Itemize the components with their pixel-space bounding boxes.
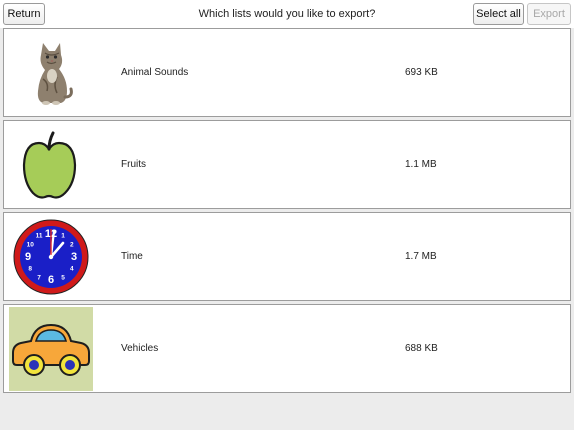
clock-numeral: 10 [27, 242, 35, 249]
clock-numeral: 2 [70, 242, 74, 249]
list-name: Vehicles [121, 343, 159, 354]
page-title: Which lists would you like to export? [198, 8, 376, 20]
clock-numeral: 6 [48, 274, 54, 286]
clock-numeral: 8 [28, 266, 32, 273]
list-name: Time [121, 251, 143, 262]
cat-icon [37, 43, 73, 105]
list-item-time[interactable]: 12 1 2 3 4 5 6 7 8 9 10 11 Time 1.7 MB [3, 212, 571, 301]
list-item-vehicles[interactable]: Vehicles 688 KB [3, 304, 571, 393]
list-size: 1.7 MB [405, 251, 437, 262]
clock-numeral: 9 [25, 251, 31, 263]
list-item-fruits[interactable]: Fruits 1.1 MB [3, 120, 571, 209]
list-size: 693 KB [405, 67, 438, 78]
list-size: 1.1 MB [405, 159, 437, 170]
list-size: 688 KB [405, 343, 438, 354]
clock-numeral: 4 [70, 266, 74, 273]
select-all-button[interactable]: Select all [473, 3, 524, 25]
return-button[interactable]: Return [3, 3, 45, 25]
clock-numeral: 1 [61, 233, 65, 240]
clock-icon: 12 1234567891011 [13, 219, 89, 295]
clock-numeral: 11 [36, 233, 43, 240]
list-name: Fruits [121, 159, 146, 170]
car-icon [9, 307, 93, 391]
top-toolbar: Return Which lists would you like to exp… [0, 0, 574, 28]
list-name: Animal Sounds [121, 67, 189, 78]
apple-icon [22, 131, 77, 199]
export-button: Export [527, 3, 571, 25]
list-item-animal-sounds[interactable]: Animal Sounds 693 KB [3, 28, 571, 117]
clock-numeral: 7 [37, 274, 41, 281]
clock-numeral: 5 [61, 274, 65, 281]
clock-numeral: 3 [71, 251, 77, 263]
